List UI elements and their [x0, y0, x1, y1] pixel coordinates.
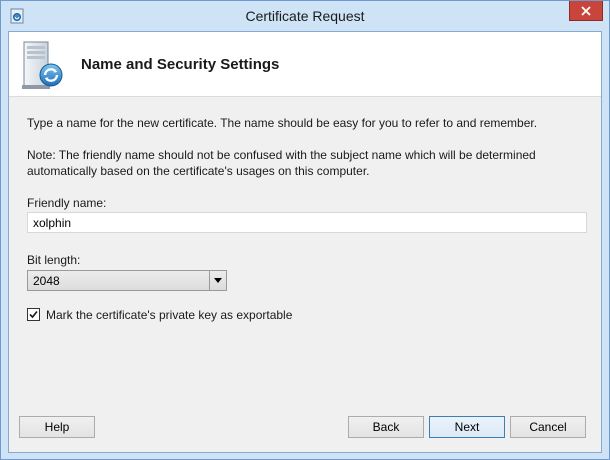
next-button[interactable]: Next	[429, 416, 505, 438]
exportable-label[interactable]: Mark the certificate's private key as ex…	[46, 307, 292, 323]
instruction-text: Type a name for the new certificate. The…	[27, 116, 538, 130]
page-title: Name and Security Settings	[81, 56, 280, 73]
exportable-checkbox[interactable]	[27, 308, 40, 321]
note-text: Note: The friendly name should not be co…	[27, 148, 536, 178]
back-button[interactable]: Back	[348, 416, 424, 438]
close-icon	[581, 5, 591, 16]
wizard-header: Name and Security Settings	[9, 32, 601, 97]
chevron-down-icon	[214, 278, 222, 283]
wizard-client-area: Name and Security Settings Type a name f…	[8, 31, 602, 453]
friendly-name-input[interactable]	[27, 212, 587, 233]
window-title: Certificate Request	[245, 8, 365, 24]
cancel-button[interactable]: Cancel	[510, 416, 586, 438]
bit-length-dropdown[interactable]: 2048	[27, 270, 227, 291]
bit-length-label: Bit length:	[27, 253, 81, 267]
server-certificate-icon	[18, 39, 68, 91]
dropdown-arrow-button[interactable]	[209, 271, 226, 290]
checkmark-icon	[29, 310, 38, 319]
certificate-request-window: Certificate Request Name and Security Se…	[0, 0, 610, 460]
title-bar: Certificate Request	[1, 1, 609, 31]
bit-length-value: 2048	[33, 274, 60, 288]
close-button[interactable]	[569, 1, 603, 21]
friendly-name-label: Friendly name:	[27, 196, 107, 210]
help-button[interactable]: Help	[19, 416, 95, 438]
